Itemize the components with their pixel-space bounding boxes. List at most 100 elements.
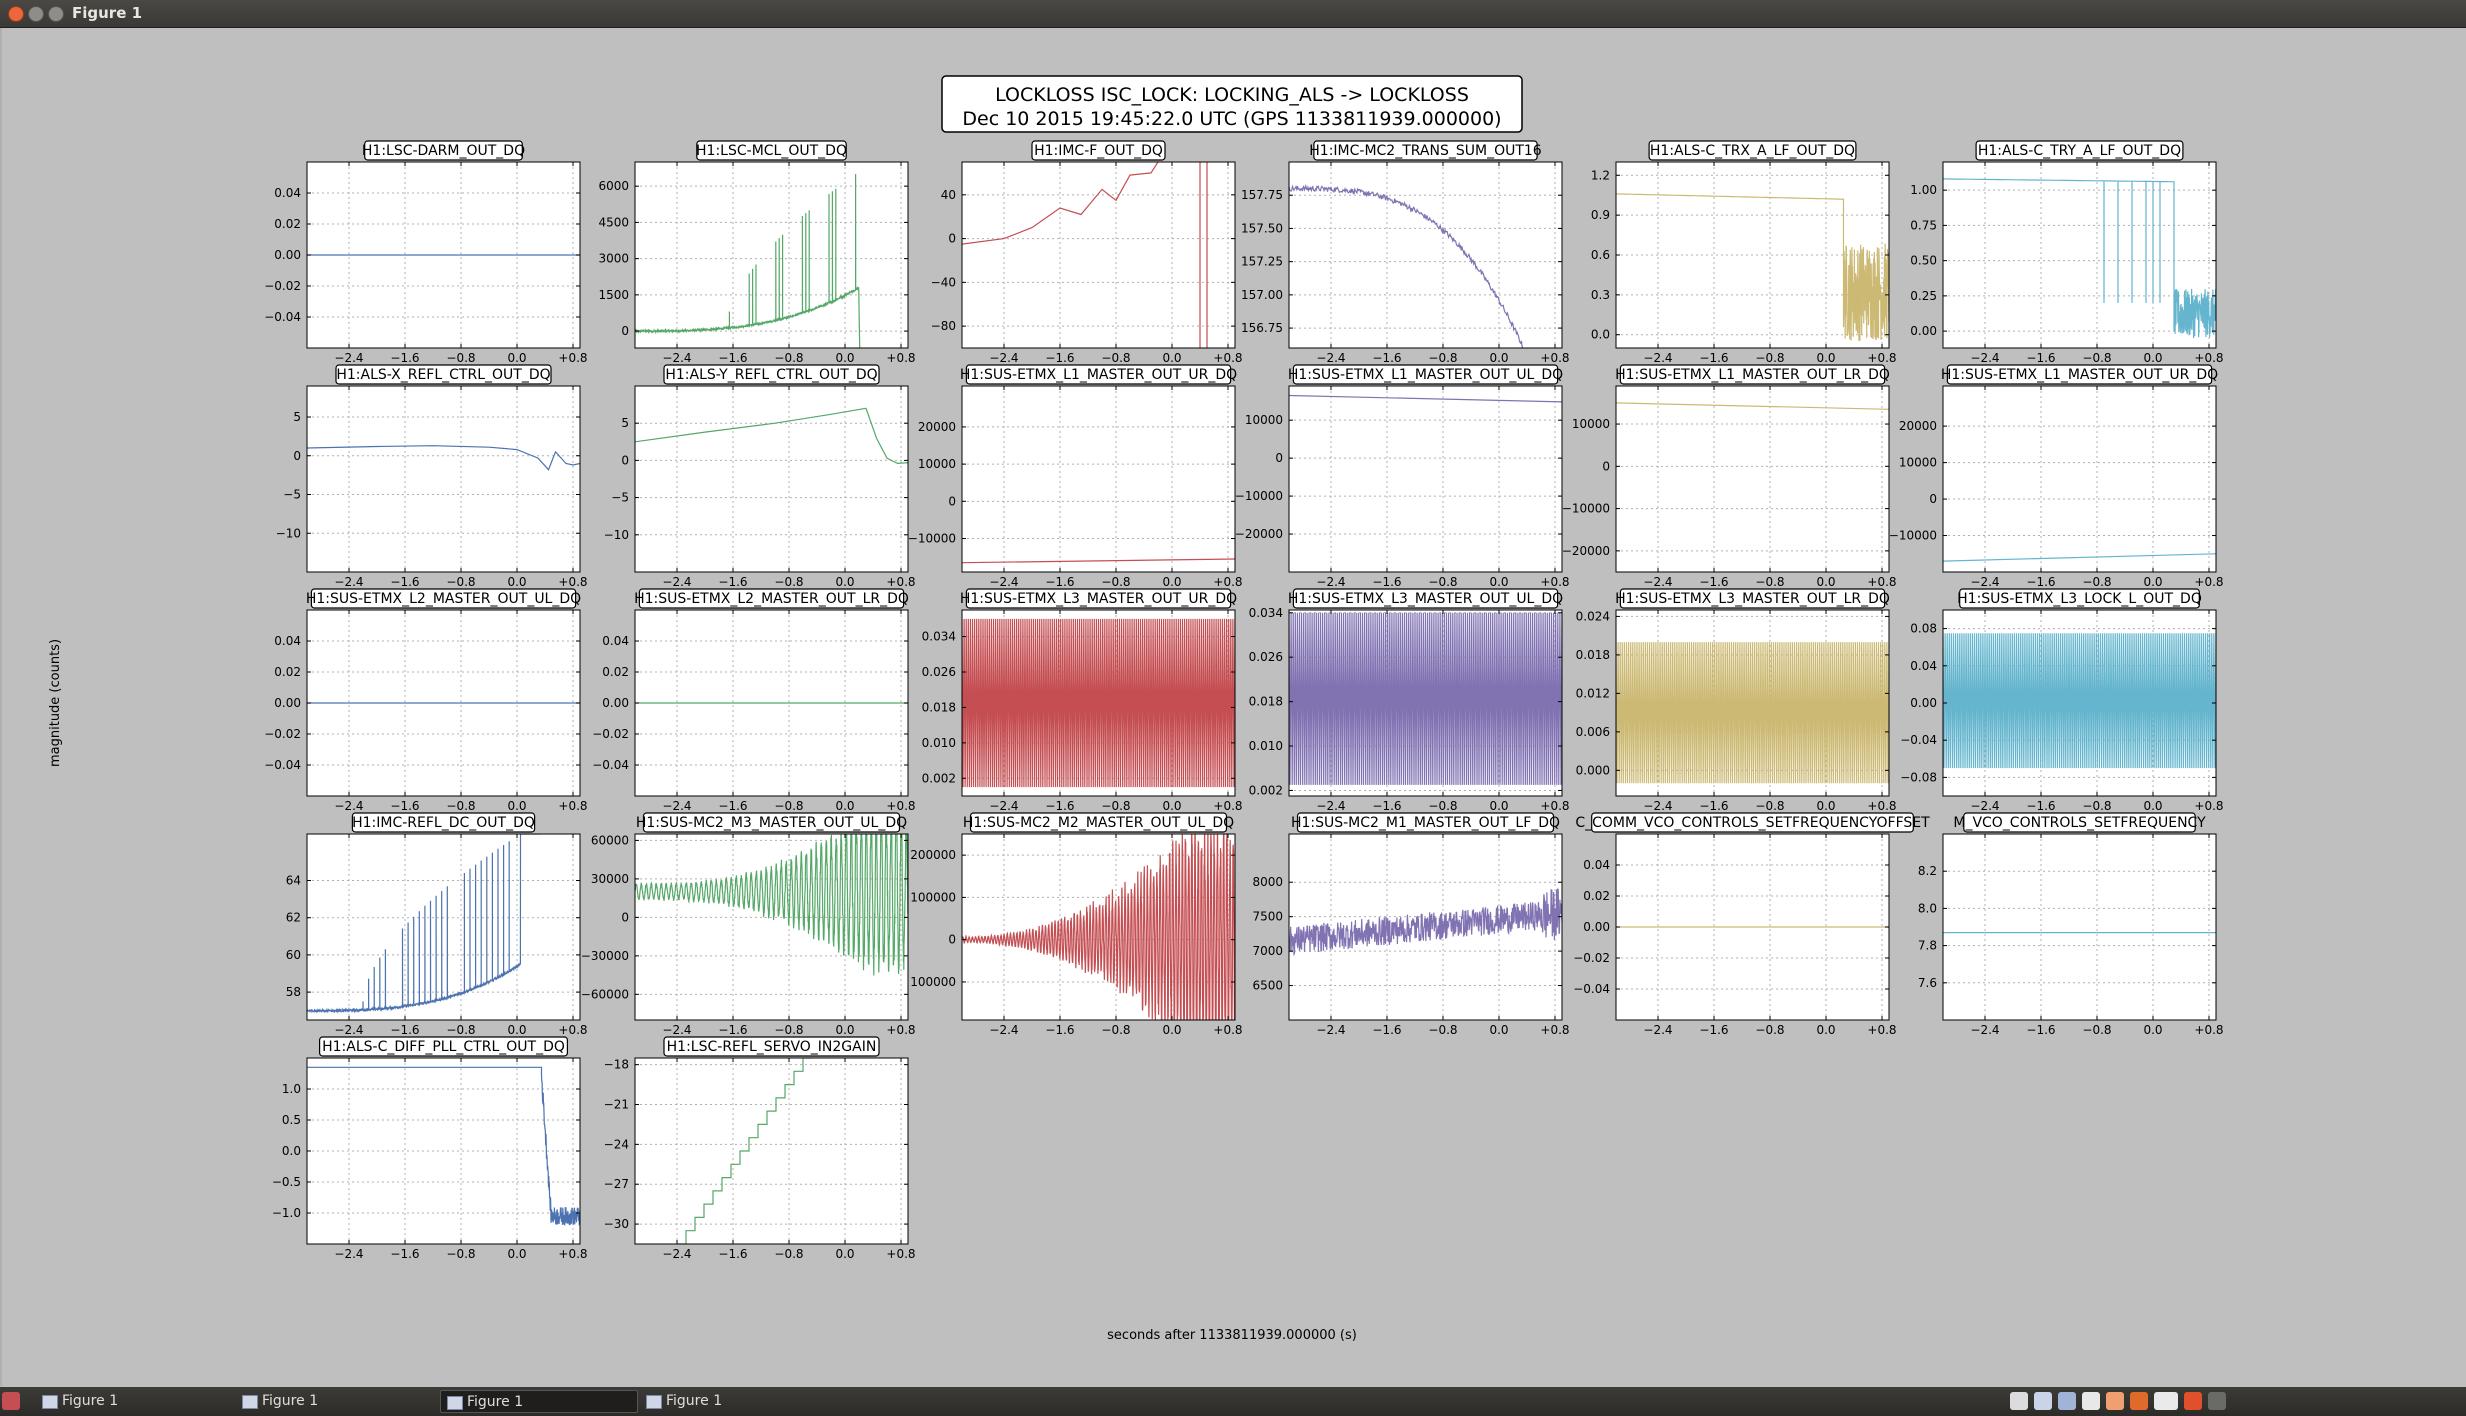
subplot-6: −2.4 −1.6 −0.8 0.0 +0.8 1.00 0.75 0.50 0.25 0.00 H… xyxy=(1910,140,2224,365)
y-tick-label: 0.006 xyxy=(1576,725,1610,739)
x-tick-label: −1.6 xyxy=(2026,575,2055,589)
subplot-title: H1:IMC-MC2_TRANS_SUM_OUT16 xyxy=(1309,143,1542,159)
notification-icon[interactable] xyxy=(2184,1392,2202,1410)
x-tick-label: +0.8 xyxy=(886,1247,915,1261)
y-tick-label: 0.034 xyxy=(922,630,956,644)
y-tick-label: 200000 xyxy=(910,848,956,862)
display-icon[interactable] xyxy=(2154,1392,2178,1410)
x-tick-label: +0.8 xyxy=(2194,799,2223,813)
subplot-12: −2.4 −1.6 −0.8 0.0 +0.8 20000 10000 0 −10000 H1:S… xyxy=(1889,364,2224,589)
editor-icon[interactable] xyxy=(2106,1392,2124,1410)
launcher-icon[interactable] xyxy=(2,1392,20,1410)
files-icon[interactable] xyxy=(2082,1392,2100,1410)
x-tick-label: −1.6 xyxy=(1372,799,1401,813)
x-tick-label: 0.0 xyxy=(1816,351,1835,365)
x-tick-label: +0.8 xyxy=(1540,575,1569,589)
x-tick-label: −2.4 xyxy=(662,351,691,365)
subplot-title: H1:SUS-ETMX_L1_MASTER_OUT_UR_DQ xyxy=(1941,367,2218,383)
x-tick-label: 0.0 xyxy=(507,799,526,813)
y-tick-label: −80 xyxy=(931,319,956,333)
x-tick-label: −1.6 xyxy=(1699,799,1728,813)
subplot-8: −2.4 −1.6 −0.8 0.0 +0.8 5 0 −5 −10 H1:ALS-Y_REFL_… xyxy=(604,364,916,589)
taskbar-item-2[interactable]: Figure 1 xyxy=(236,1390,436,1413)
y-tick-label: −21 xyxy=(604,1098,629,1112)
y-tick-label: −5 xyxy=(283,488,301,502)
y-tick-label: 0.0 xyxy=(282,1144,301,1158)
plot-area xyxy=(307,386,580,572)
y-tick-label: −27 xyxy=(604,1177,629,1191)
window-icon xyxy=(646,1395,662,1409)
x-tick-label: −1.6 xyxy=(390,1023,419,1037)
subplot-title: H1:ALS-C_TRX_A_LF_OUT_DQ xyxy=(1650,143,1855,159)
y-tick-label: 0.02 xyxy=(274,217,301,231)
y-tick-label: 4500 xyxy=(598,215,629,229)
y-tick-label: 0.024 xyxy=(1576,609,1610,623)
x-tick-label: −0.8 xyxy=(1755,575,1784,589)
network-icon[interactable] xyxy=(2034,1392,2052,1410)
app-icon[interactable] xyxy=(2130,1392,2148,1410)
y-tick-label: 7.8 xyxy=(1918,939,1937,953)
x-tick-label: −0.8 xyxy=(1101,1023,1130,1037)
y-tick-label: −0.02 xyxy=(1573,951,1610,965)
y-tick-label: 0.010 xyxy=(1249,739,1283,753)
subplot-17: −2.4 −1.6 −0.8 0.0 +0.8 0.024 0.018 0.012 0.006 0… xyxy=(1576,588,1897,813)
taskbar-item-label: Figure 1 xyxy=(62,1393,119,1409)
x-tick-label: 0.0 xyxy=(1489,575,1508,589)
x-tick-label: −0.8 xyxy=(446,351,475,365)
subplot-title: H1:SUS-ETMX_L2_MASTER_OUT_LR_DQ xyxy=(634,591,909,607)
y-tick-label: −20000 xyxy=(1562,544,1610,558)
x-tick-label: −0.8 xyxy=(774,799,803,813)
maximize-window-button[interactable] xyxy=(48,6,64,22)
subplot-title: H1:SUS-MC2_M3_MASTER_OUT_UL_DQ xyxy=(636,815,907,831)
y-tick-label: 0.00 xyxy=(274,696,301,710)
y-tick-label: 1.00 xyxy=(1910,183,1937,197)
x-tick-label: −1.6 xyxy=(1372,575,1401,589)
plot-area xyxy=(962,162,1235,348)
x-tick-label: +0.8 xyxy=(558,799,587,813)
x-tick-label: −2.4 xyxy=(1970,351,1999,365)
x-tick-label: −2.4 xyxy=(334,351,363,365)
y-tick-label: 0.04 xyxy=(274,186,301,200)
x-tick-label: −1.6 xyxy=(718,575,747,589)
x-tick-label: −0.8 xyxy=(1428,1023,1457,1037)
y-tick-label: 0.0 xyxy=(1591,328,1610,342)
y-tick-label: 30000 xyxy=(591,872,629,886)
subplot-title: H1:ALS-X_REFL_CTRL_OUT_DQ xyxy=(336,367,550,383)
browser-icon[interactable] xyxy=(2058,1392,2076,1410)
window-icon xyxy=(42,1395,58,1409)
y-tick-label: 40 xyxy=(941,188,956,202)
x-tick-label: −1.6 xyxy=(718,1247,747,1261)
y-tick-label: −18 xyxy=(604,1058,629,1072)
y-tick-label: 20000 xyxy=(1899,419,1937,433)
suptitle-line-2: Dec 10 2015 19:45:22.0 UTC (GPS 11338119… xyxy=(962,108,1501,130)
y-tick-label: −20000 xyxy=(1235,527,1283,541)
settings-icon[interactable] xyxy=(2208,1392,2226,1410)
subplots-grid: −2.4 −1.6 −0.8 0.0 +0.80.040.020.00−0.02−0.0… xyxy=(264,140,2224,1261)
y-tick-label: 0.012 xyxy=(1576,686,1610,700)
taskbar-item-4[interactable]: Figure 1 xyxy=(640,1390,840,1413)
figure-svg: LOCKLOSS ISC_LOCK: LOCKING_ALS -> LOCKLO… xyxy=(48,75,2224,1343)
taskbar-item-label: Figure 1 xyxy=(467,1394,524,1410)
x-tick-label: −1.6 xyxy=(1045,1023,1074,1037)
x-tick-label: 0.0 xyxy=(507,1247,526,1261)
close-window-button[interactable] xyxy=(8,6,24,22)
x-tick-label: −2.4 xyxy=(989,799,1018,813)
y-tick-label: 0.026 xyxy=(1249,650,1283,664)
x-tick-label: −2.4 xyxy=(334,799,363,813)
x-tick-label: −2.4 xyxy=(1316,799,1345,813)
x-tick-label: +0.8 xyxy=(1213,575,1242,589)
y-tick-label: −0.04 xyxy=(264,758,301,772)
x-tick-label: −1.6 xyxy=(390,351,419,365)
taskbar-item-3[interactable]: Figure 1 xyxy=(440,1390,638,1413)
x-tick-label: −0.8 xyxy=(774,351,803,365)
figure-canvas: LOCKLOSS ISC_LOCK: LOCKING_ALS -> LOCKLO… xyxy=(0,28,2466,1386)
y-tick-label: 0.6 xyxy=(1591,248,1610,262)
x-tick-label: −1.6 xyxy=(1699,1023,1728,1037)
subplot-title: H1:SUS-MC2_M1_MASTER_OUT_LF_DQ xyxy=(1291,815,1560,831)
y-tick-label: 64 xyxy=(286,874,301,888)
taskbar-item-1[interactable]: Figure 1 xyxy=(36,1390,236,1413)
y-tick-label: 0 xyxy=(948,232,956,246)
x-tick-label: −1.6 xyxy=(390,799,419,813)
workspace-switcher-icon[interactable] xyxy=(2010,1392,2028,1410)
minimize-window-button[interactable] xyxy=(28,6,44,22)
